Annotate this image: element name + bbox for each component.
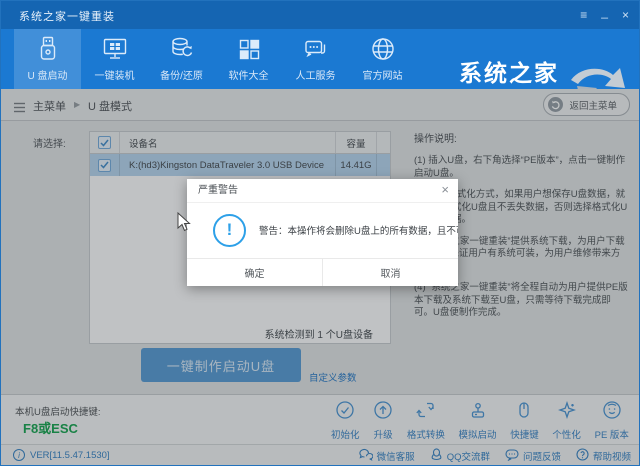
- nav-item-label: U 盘启动: [28, 67, 68, 82]
- nav-item-label: 软件大全: [229, 67, 269, 82]
- nav-item-label: 人工服务: [296, 67, 336, 82]
- chat-service-icon: [302, 35, 330, 63]
- mouse-cursor: [177, 212, 191, 237]
- dialog-title: 严重警告: [187, 179, 458, 203]
- ok-button[interactable]: 确定: [187, 259, 323, 286]
- nav-item-website[interactable]: 官方网站: [349, 29, 416, 89]
- database-restore-icon: [168, 35, 196, 63]
- nav-item-service[interactable]: 人工服务: [282, 29, 349, 89]
- close-icon[interactable]: ×: [622, 9, 629, 21]
- nav-bar: U 盘启动 一键装机: [1, 29, 639, 89]
- cancel-button[interactable]: 取消: [323, 259, 458, 286]
- title-bar: 系统之家一键重装 ≡ _ ×: [1, 1, 639, 29]
- app-window: 系统之家一键重装 ≡ _ × U 盘启动: [0, 0, 640, 466]
- nav-item-software[interactable]: 软件大全: [215, 29, 282, 89]
- nav-item-backup-restore[interactable]: 备份/还原: [148, 29, 215, 89]
- usb-drive-icon: [34, 35, 62, 63]
- minimize-icon[interactable]: _: [601, 6, 608, 18]
- globe-icon: [369, 35, 397, 63]
- nav-item-label: 备份/还原: [160, 67, 203, 82]
- nav-item-label: 一键装机: [95, 67, 135, 82]
- warning-icon: !: [213, 214, 246, 247]
- menu-icon[interactable]: ≡: [580, 9, 587, 21]
- warning-dialog: 严重警告 × ! 警告：本操作将会删除U盘上的所有数据，且不可恢复 确定 取消: [187, 179, 458, 286]
- monitor-windows-icon: [101, 35, 129, 63]
- window-title: 系统之家一键重装: [19, 8, 115, 24]
- nav-item-usb-boot[interactable]: U 盘启动: [14, 29, 81, 89]
- dialog-message: 警告：本操作将会删除U盘上的所有数据，且不可恢复: [259, 223, 458, 237]
- app-grid-icon: [235, 35, 263, 63]
- nav-item-label: 官方网站: [363, 67, 403, 82]
- brand-name: 系统之家: [459, 62, 571, 85]
- dialog-close-icon[interactable]: ×: [441, 183, 449, 196]
- nav-item-one-key-install[interactable]: 一键装机: [81, 29, 148, 89]
